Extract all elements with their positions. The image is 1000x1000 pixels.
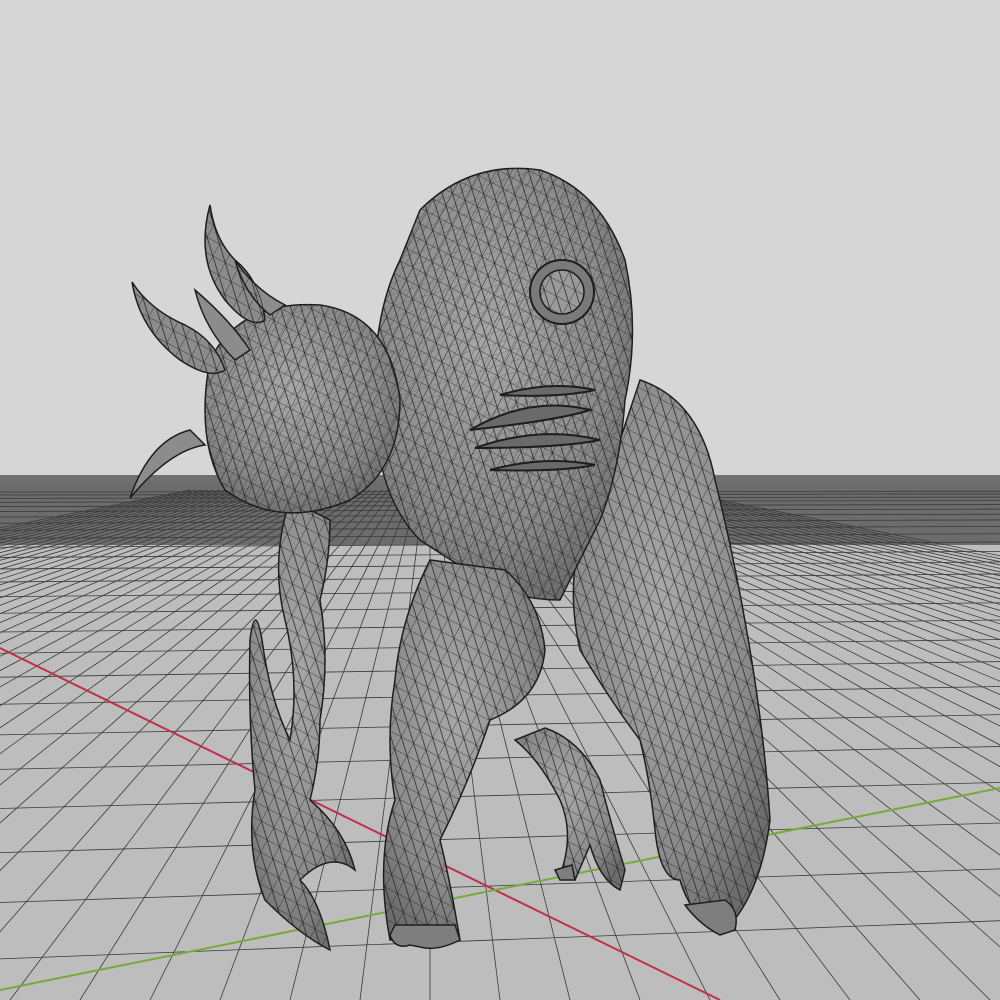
3d-viewport[interactable]	[0, 0, 1000, 1000]
viewport-canvas[interactable]	[0, 0, 1000, 1000]
